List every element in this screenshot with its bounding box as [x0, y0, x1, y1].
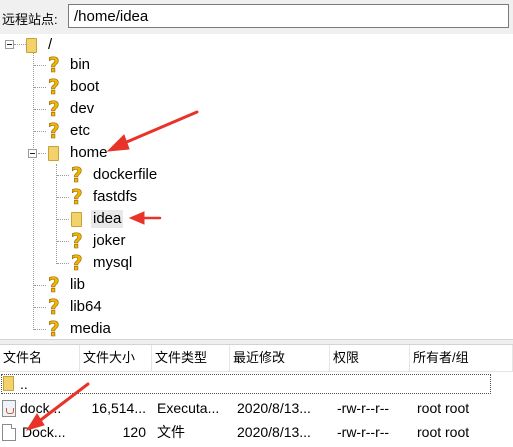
file-name: .. [20, 376, 28, 392]
tree-node-label: fastdfs [93, 188, 138, 205]
file-size: 120 [122, 424, 146, 440]
folder-icon [71, 208, 87, 230]
tree-node-label: bin [70, 56, 91, 73]
folder-icon [3, 376, 14, 391]
file-row[interactable]: Dock... 120 文件 2020/8/13... -rw-r--r-- r… [0, 420, 513, 444]
file-permissions: -rw-r--r-- [337, 400, 390, 416]
unknown-folder-icon: ? [71, 251, 83, 275]
unknown-folder-icon: ? [48, 53, 60, 77]
file-owner: root root [417, 424, 470, 440]
remote-directory-tree: / ? bin ? boot ? dev ? etc home ? docker… [0, 34, 513, 339]
tree-node-label: joker [93, 232, 126, 249]
unknown-folder-icon: ? [48, 97, 60, 121]
file-permissions: -rw-r--r-- [337, 424, 390, 440]
file-type: Executa... [157, 400, 220, 416]
unknown-folder-icon: ? [71, 163, 83, 187]
java-file-icon [2, 400, 16, 417]
column-header-filesize[interactable]: 文件大小 [80, 345, 152, 371]
root-collapse-toggle[interactable] [5, 40, 14, 49]
tree-node-label: boot [70, 78, 100, 95]
column-header-filetype[interactable]: 文件类型 [152, 345, 230, 371]
file-size: 16,514... [91, 400, 147, 416]
tree-node-label: dockerfile [93, 166, 158, 183]
remote-site-bar: 远程站点: /home/idea [0, 0, 513, 34]
tree-node-label-selected: idea [91, 210, 124, 228]
tree-node-label: etc [70, 122, 91, 139]
file-name: dock... [20, 400, 62, 416]
unknown-folder-icon: ? [48, 119, 60, 143]
unknown-folder-icon: ? [48, 317, 60, 339]
file-type: 文件 [157, 424, 185, 440]
remote-site-label: 远程站点: [2, 12, 58, 27]
tree-node-label: lib64 [70, 298, 102, 315]
column-header-modified[interactable]: 最近修改 [230, 345, 330, 371]
remote-file-list: 文件名 文件大小 文件类型 最近修改 权限 所有者/组 .. dock... 1… [0, 345, 513, 447]
generic-file-icon [2, 424, 16, 441]
tree-node-label: / [48, 36, 53, 53]
tree-node-label: dev [70, 100, 95, 117]
column-header-filename[interactable]: 文件名 [0, 345, 80, 371]
file-modified: 2020/8/13... [237, 424, 311, 440]
unknown-folder-icon: ? [48, 75, 60, 99]
unknown-folder-icon: ? [71, 229, 83, 253]
folder-icon [48, 142, 64, 164]
home-collapse-toggle[interactable] [28, 149, 37, 158]
file-row[interactable]: dock... 16,514... Executa... 2020/8/13..… [0, 396, 513, 420]
unknown-folder-icon: ? [48, 295, 60, 319]
column-header-owner[interactable]: 所有者/组 [410, 345, 513, 371]
remote-path-input[interactable]: /home/idea [68, 4, 509, 28]
unknown-folder-icon: ? [48, 273, 60, 297]
tree-node-label: media [70, 320, 111, 337]
folder-icon [26, 34, 42, 56]
file-modified: 2020/8/13... [237, 400, 311, 416]
column-header-permissions[interactable]: 权限 [330, 345, 410, 371]
tree-node-label: lib [70, 276, 86, 293]
file-list-header: 文件名 文件大小 文件类型 最近修改 权限 所有者/组 [0, 345, 513, 372]
unknown-folder-icon: ? [71, 185, 83, 209]
file-row-parent-dir[interactable]: .. [0, 372, 513, 396]
tree-node-label: home [70, 144, 108, 161]
file-name: Dock... [22, 424, 66, 440]
file-owner: root root [417, 400, 470, 416]
focus-rectangle [1, 374, 491, 394]
tree-node-label: mysql [93, 254, 133, 271]
